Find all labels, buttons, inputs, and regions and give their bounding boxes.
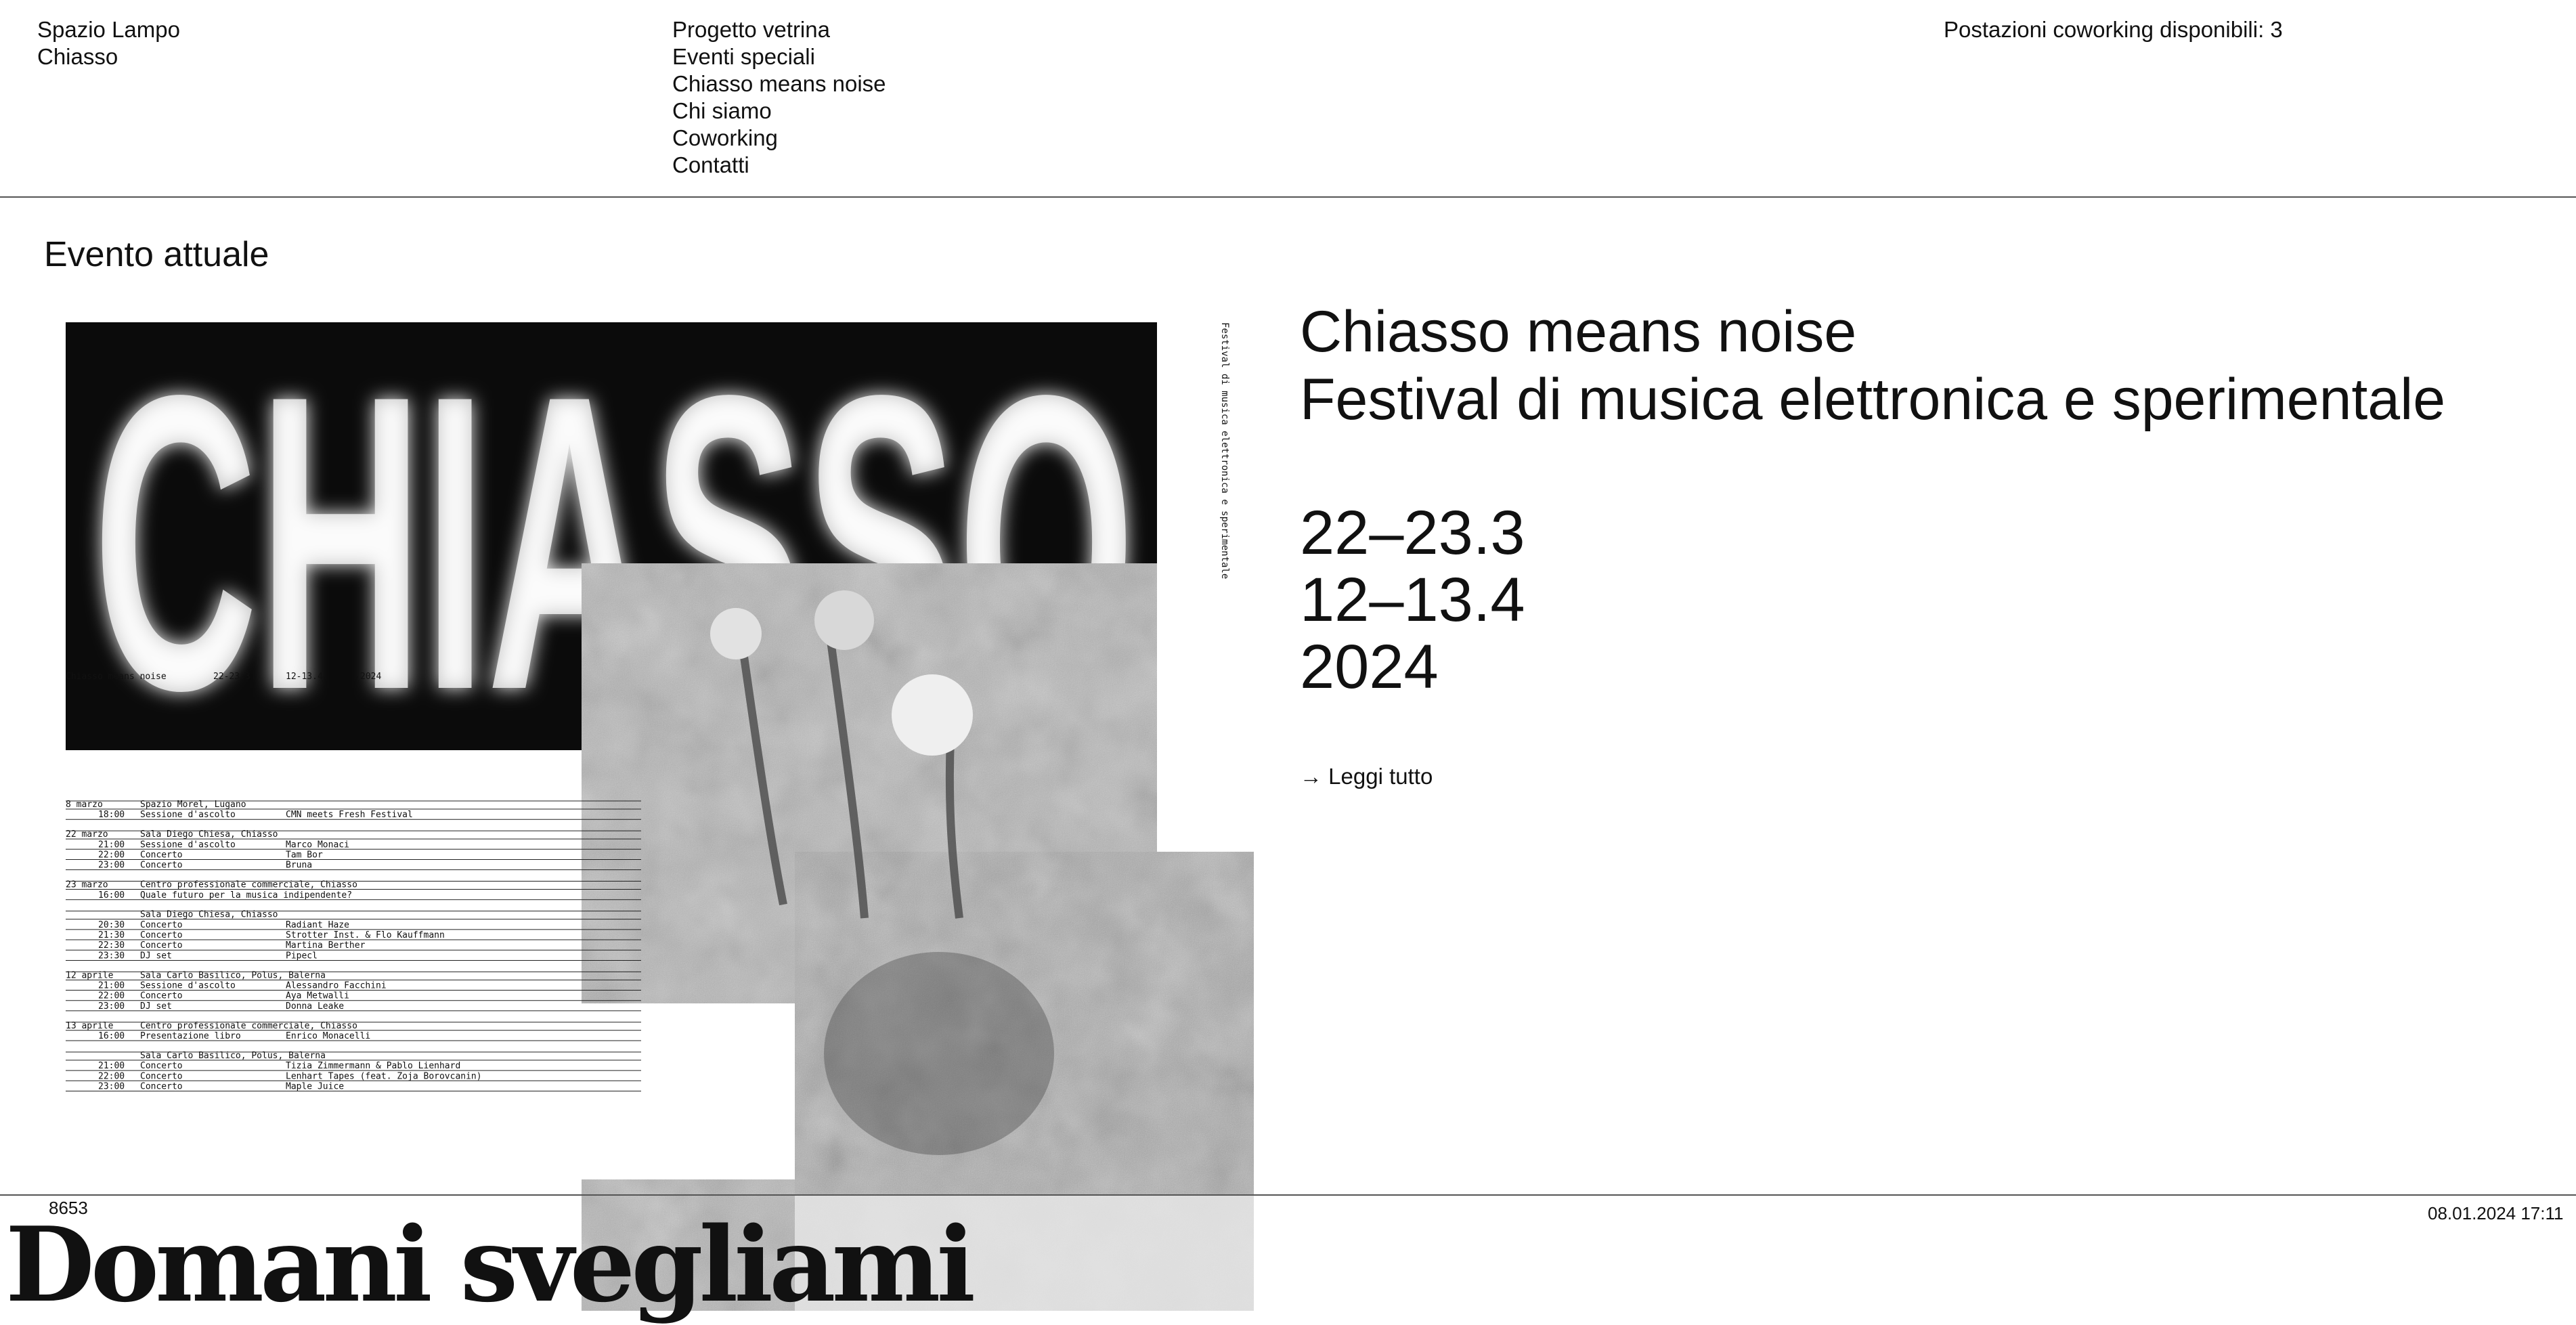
schedule-type: Concerto (140, 920, 183, 930)
schedule-artist: Enrico Monacelli (286, 1031, 370, 1041)
read-more-link[interactable]: → Leggi tutto (1300, 763, 1433, 790)
event-poster[interactable]: CHIASSO CHIASSO Chiasso means noise 22-2… (66, 322, 1254, 1311)
section-title: Evento attuale (44, 235, 269, 274)
site-logo-link[interactable]: Spazio Lampo Chiasso (37, 16, 180, 70)
schedule-type: Concerto (140, 1071, 183, 1081)
schedule-time: 23:00 (98, 1001, 125, 1012)
schedule-type: Concerto (140, 861, 183, 871)
schedule-type: Concerto (140, 1061, 183, 1071)
poster-image: CHIASSO CHIASSO Chiasso means noise 22-2… (66, 322, 1254, 1311)
schedule-time: 22:00 (98, 991, 125, 1001)
event-year: 2024 (1300, 632, 1439, 701)
schedule-artist: Radiant Haze (286, 920, 349, 930)
poster-strip-date2: 12-13.4 (286, 672, 323, 682)
schedule-time: 18:00 (98, 810, 125, 820)
nav-progetto-vetrina[interactable]: Progetto vetrina (672, 16, 886, 43)
schedule-date: 12 aprile (66, 970, 114, 980)
schedule-artist: Pipecl (286, 951, 318, 961)
schedule-type: Sessione d'ascolto (140, 810, 236, 820)
schedule-type: Concerto (140, 850, 183, 860)
site-header: Spazio Lampo Chiasso Progetto vetrina Ev… (0, 0, 2576, 198)
schedule-time: 22:00 (98, 850, 125, 860)
schedule-artist: Aya Metwalli (286, 991, 349, 1001)
event-date-2: 12–13.4 (1300, 565, 1525, 634)
schedule-place: Sala Diego Chiesa, Chiasso (140, 829, 278, 840)
schedule-place: Spazio Morel, Lugano (140, 800, 246, 810)
schedule-date: 13 aprile (66, 1021, 114, 1031)
schedule-artist: Martina Berther (286, 940, 366, 951)
schedule-artist: Bruna (286, 861, 312, 871)
event-title-line1: Chiasso means noise (1300, 299, 1857, 364)
event-dates: 22–23.3 12–13.4 2024 (1300, 500, 2546, 701)
schedule-place: Centro professionale commerciale, Chiass… (140, 1021, 357, 1031)
footer-timestamp: 08.01.2024 17:11 (2428, 1203, 2564, 1223)
schedule-type: Concerto (140, 930, 183, 940)
event-title: Chiasso means noise Festival di musica e… (1300, 298, 2546, 433)
site-location: Chiasso (37, 44, 118, 69)
schedule-time: 23:00 (98, 1081, 125, 1091)
poster-side-text: Festival di musica elettronica e sperime… (1219, 322, 1230, 579)
schedule-artist: Tizia Zimmermann & Pablo Lienhard (286, 1061, 460, 1071)
schedule-artist: CMN meets Fresh Festival (286, 810, 413, 820)
nav-coworking[interactable]: Coworking (672, 125, 886, 152)
schedule-type: Concerto (140, 1081, 183, 1091)
main-nav: Progetto vetrina Eventi speciali Chiasso… (672, 16, 886, 179)
schedule-time: 22:30 (98, 940, 125, 951)
schedule-place: Centro professionale commerciale, Chiass… (140, 880, 357, 890)
schedule-time: 21:00 (98, 840, 125, 850)
footer-brand: Domani svegliami (5, 1204, 976, 1325)
schedule-place: Sala Diego Chiesa, Chiasso (140, 910, 278, 920)
schedule-type: Concerto (140, 940, 183, 951)
schedule-time: 23:30 (98, 951, 125, 961)
schedule-type: Sessione d'ascolto (140, 840, 236, 850)
nav-contatti[interactable]: Contatti (672, 152, 886, 179)
schedule-type: Quale futuro per la musica indipendente? (140, 890, 352, 900)
schedule-date: 22 marzo (66, 829, 108, 840)
event-info: Chiasso means noise Festival di musica e… (1300, 298, 2546, 790)
schedule-time: 23:00 (98, 861, 125, 871)
event-title-line2: Festival di musica elettronica e sperime… (1300, 367, 2446, 432)
schedule-place: Sala Carlo Basilico, Polus, Balerna (140, 970, 326, 980)
schedule-type: Sessione d'ascolto (140, 981, 236, 991)
poster-strip-date1: 22-23.3 (213, 672, 250, 682)
schedule-time: 22:00 (98, 1071, 125, 1081)
event-date-1: 22–23.3 (1300, 498, 1525, 567)
schedule-artist: Donna Leake (286, 1001, 344, 1012)
schedule-place: Sala Carlo Basilico, Polus, Balerna (140, 1051, 326, 1061)
nav-eventi-speciali[interactable]: Eventi speciali (672, 43, 886, 70)
schedule-type: DJ set (140, 951, 172, 961)
poster-strip-year: 2024 (360, 672, 381, 682)
schedule-date: 23 marzo (66, 880, 108, 890)
schedule-artist: Lenhart Tapes (feat. Zoja Borovcanin) (286, 1071, 482, 1081)
schedule-time: 16:00 (98, 890, 125, 900)
nav-chi-siamo[interactable]: Chi siamo (672, 97, 886, 125)
schedule-artist: Marco Monaci (286, 840, 349, 850)
schedule-artist: Maple Juice (286, 1081, 344, 1091)
schedule-artist: Alessandro Facchini (286, 981, 387, 991)
schedule-type: DJ set (140, 1001, 172, 1012)
schedule-type: Presentazione libro (140, 1031, 241, 1041)
schedule-time: 16:00 (98, 1031, 125, 1041)
nav-chiasso-means-noise[interactable]: Chiasso means noise (672, 70, 886, 97)
poster-strip-title: Chiasso means noise (66, 672, 167, 682)
coworking-status: Postazioni coworking disponibili: 3 (1944, 17, 2283, 42)
schedule-time: 21:00 (98, 981, 125, 991)
site-name: Spazio Lampo (37, 17, 180, 42)
footer-divider (0, 1194, 2576, 1196)
schedule-time: 21:30 (98, 930, 125, 940)
schedule-date: 8 marzo (66, 800, 103, 810)
schedule-artist: Tam Bor (286, 850, 323, 860)
schedule-time: 21:00 (98, 1061, 125, 1071)
schedule-artist: Strotter Inst. & Flo Kauffmann (286, 930, 445, 940)
schedule-type: Concerto (140, 991, 183, 1001)
schedule-time: 20:30 (98, 920, 125, 930)
